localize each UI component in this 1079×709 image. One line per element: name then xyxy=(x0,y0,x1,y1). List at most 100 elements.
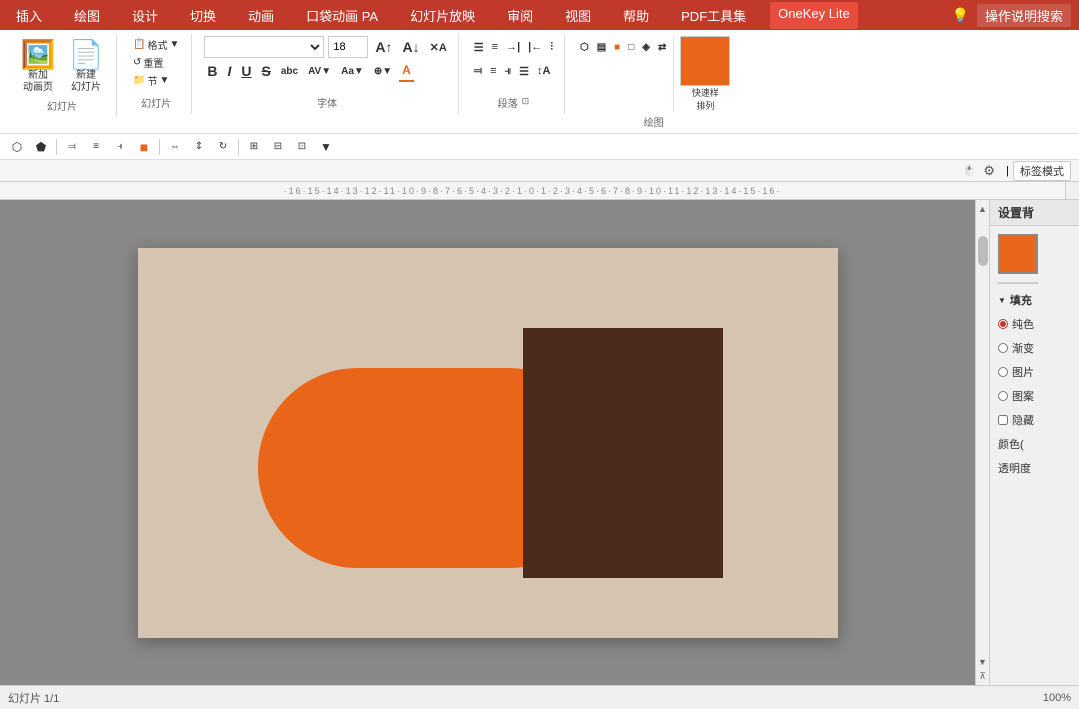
scroll-to-top-button[interactable]: ⊼ xyxy=(976,669,990,683)
quick-style-preview[interactable] xyxy=(680,36,730,86)
menu-onekey[interactable]: OneKey Lite xyxy=(770,2,858,29)
menu-slideshow[interactable]: 幻灯片放映 xyxy=(402,2,483,29)
format-stacked: 📋 格式 ▼ ↺ 重置 📁 节 ▼ xyxy=(129,36,183,89)
fill-section-title: ▼ 填充 xyxy=(998,292,1071,308)
tag-mode-button[interactable]: 标签模式 xyxy=(1013,161,1071,181)
menu-design[interactable]: 设计 xyxy=(124,2,166,29)
menu-draw[interactable]: 绘图 xyxy=(66,2,108,29)
fill-gradient-radio[interactable] xyxy=(998,343,1008,353)
font-color2-button[interactable]: A xyxy=(399,60,414,82)
reset-button[interactable]: ↺ 重置 xyxy=(129,54,183,71)
settings-icon[interactable]: ⚙ xyxy=(980,162,998,180)
align-center-button[interactable]: ≡ xyxy=(487,60,499,82)
font-size-input[interactable] xyxy=(328,36,368,58)
tb2-select-button[interactable]: ⬡ xyxy=(6,136,28,158)
brown-rect-shape[interactable] xyxy=(523,328,723,578)
search-button[interactable]: 操作说明搜索 xyxy=(977,4,1071,27)
tb2-more-button[interactable]: ▼ xyxy=(315,136,337,158)
right-panel-title: 设置背 xyxy=(990,200,1079,226)
menu-review[interactable]: 审阅 xyxy=(499,2,541,29)
new-anim-label: 新加动画页 xyxy=(23,70,53,94)
menu-view[interactable]: 视图 xyxy=(557,2,599,29)
indent-button[interactable]: →| xyxy=(503,36,523,58)
shape-effect-button[interactable]: ◈ xyxy=(639,36,653,58)
shadow-button[interactable]: abc xyxy=(278,60,301,82)
fill-picture-option[interactable]: 图片 xyxy=(998,364,1071,380)
outdent-button[interactable]: |← xyxy=(525,36,545,58)
strikethrough-button[interactable]: S xyxy=(259,60,274,82)
scrollbar-thumb[interactable] xyxy=(978,236,988,266)
tb2-order-button[interactable]: ⊡ xyxy=(291,136,313,158)
fill-pattern-radio[interactable] xyxy=(998,391,1008,401)
hide-checkbox[interactable] xyxy=(998,415,1008,425)
font-color-button[interactable]: AV▼ xyxy=(305,60,334,82)
drawing-tools: ⬡ ▤ ■ □ ◈ ⇄ 快速样 排列 xyxy=(577,36,730,112)
tb2-ungroup-button[interactable]: ⊟ xyxy=(267,136,289,158)
underline-button[interactable]: U xyxy=(238,60,254,82)
shape-fill-button[interactable]: ■ xyxy=(611,36,623,58)
shape-select-button[interactable]: ⬡ xyxy=(577,36,592,58)
columns-button[interactable]: ⫶ xyxy=(547,36,556,58)
tb2-group-button[interactable]: ⊞ xyxy=(243,136,265,158)
menu-animation[interactable]: 动画 xyxy=(240,2,282,29)
tb2-lasso-button[interactable]: ⬟ xyxy=(30,136,52,158)
arrange-button[interactable]: ▤ xyxy=(594,36,609,58)
ruler-corner xyxy=(1065,182,1079,199)
new-animation-page-button[interactable]: 🖼️ 新加动画页 xyxy=(16,36,60,96)
font-grow-button[interactable]: A↑ xyxy=(372,36,395,58)
format-button[interactable]: 📋 格式 ▼ xyxy=(129,36,183,53)
tb2-flip-v-button[interactable]: ⇕ xyxy=(188,136,210,158)
fill-label: 填充 xyxy=(1010,292,1032,308)
tb2-color-btn[interactable]: ■ xyxy=(133,136,155,158)
fill-pattern-option[interactable]: 图案 xyxy=(998,388,1071,404)
quick-style-label: 快速样 xyxy=(692,86,719,99)
hide-label: 隐藏 xyxy=(1012,412,1034,428)
shape-outline-button[interactable]: □ xyxy=(625,36,637,58)
menu-insert[interactable]: 插入 xyxy=(8,2,50,29)
vertical-scrollbar[interactable]: ▲ ▼ ⊼ xyxy=(975,200,989,685)
tb2-align-right-button[interactable]: ⫣ xyxy=(109,136,131,158)
fill-picture-radio[interactable] xyxy=(998,367,1008,377)
color-prop-label: 颜色( xyxy=(998,436,1071,452)
bullet-list-button[interactable]: ☰ xyxy=(471,36,487,58)
text-direction-button[interactable]: ↕A xyxy=(534,60,553,82)
tb2-rotate-button[interactable]: ↻ xyxy=(212,136,234,158)
align-right-button[interactable]: ⫣ xyxy=(502,60,515,82)
scroll-up-button[interactable]: ▲ xyxy=(976,202,990,216)
font-shrink-button[interactable]: A↓ xyxy=(399,36,422,58)
menu-pdf[interactable]: PDF工具集 xyxy=(673,2,754,29)
paragraph-group-label: 段落 xyxy=(498,93,518,110)
tb2-align-left-button[interactable]: ⫤ xyxy=(61,136,83,158)
menu-pocket[interactable]: 口袋动画 PA xyxy=(298,2,386,29)
tb2-align-center-button[interactable]: ≡ xyxy=(85,136,107,158)
zoom-level: 100% xyxy=(1043,692,1071,704)
fill-solid-option[interactable]: 纯色 xyxy=(998,316,1071,332)
ribbon-group-drawing: ⬡ ▤ ■ □ ◈ ⇄ 快速样 排列 绘图 xyxy=(569,34,738,133)
slide-canvas[interactable] xyxy=(0,200,975,685)
new-slide-button[interactable]: 📄 新建幻灯片 xyxy=(64,36,108,96)
fill-gradient-option[interactable]: 渐变 xyxy=(998,340,1071,356)
numbered-list-button[interactable]: ≡ xyxy=(489,36,501,58)
color-swatch[interactable] xyxy=(998,234,1038,274)
clear-format-button[interactable]: ✕A xyxy=(427,36,450,58)
menu-switch[interactable]: 切换 xyxy=(182,2,224,29)
bold-button[interactable]: B xyxy=(204,60,220,82)
slide[interactable] xyxy=(138,248,838,638)
ribbon: 🖼️ 新加动画页 📄 新建幻灯片 幻灯片 📋 格式 ▼ xyxy=(0,30,1079,134)
italic-button[interactable]: I xyxy=(224,60,234,82)
justify-button[interactable]: ☰ xyxy=(516,60,532,82)
font-family-select[interactable] xyxy=(204,36,324,58)
char-spacing-button[interactable]: Aa▼ xyxy=(338,60,367,82)
special-btn[interactable]: ⊕▼ xyxy=(371,60,395,82)
replace-shape-button[interactable]: ⇄ xyxy=(655,36,669,58)
scroll-down-button[interactable]: ▼ xyxy=(976,655,990,669)
paragraph-expand-icon[interactable]: ⊡ xyxy=(522,96,530,107)
tb2-flip-h-button[interactable]: ⇔ xyxy=(164,136,186,158)
align-left-button[interactable]: ⫤ xyxy=(471,60,485,82)
hide-option[interactable]: 隐藏 xyxy=(998,412,1071,428)
font-row-1: A↑ A↓ ✕A xyxy=(204,36,449,58)
section-button[interactable]: 📁 节 ▼ xyxy=(129,72,183,89)
fill-solid-radio[interactable] xyxy=(998,319,1008,329)
menu-help[interactable]: 帮助 xyxy=(615,2,657,29)
tb2-separator-3 xyxy=(238,139,239,155)
